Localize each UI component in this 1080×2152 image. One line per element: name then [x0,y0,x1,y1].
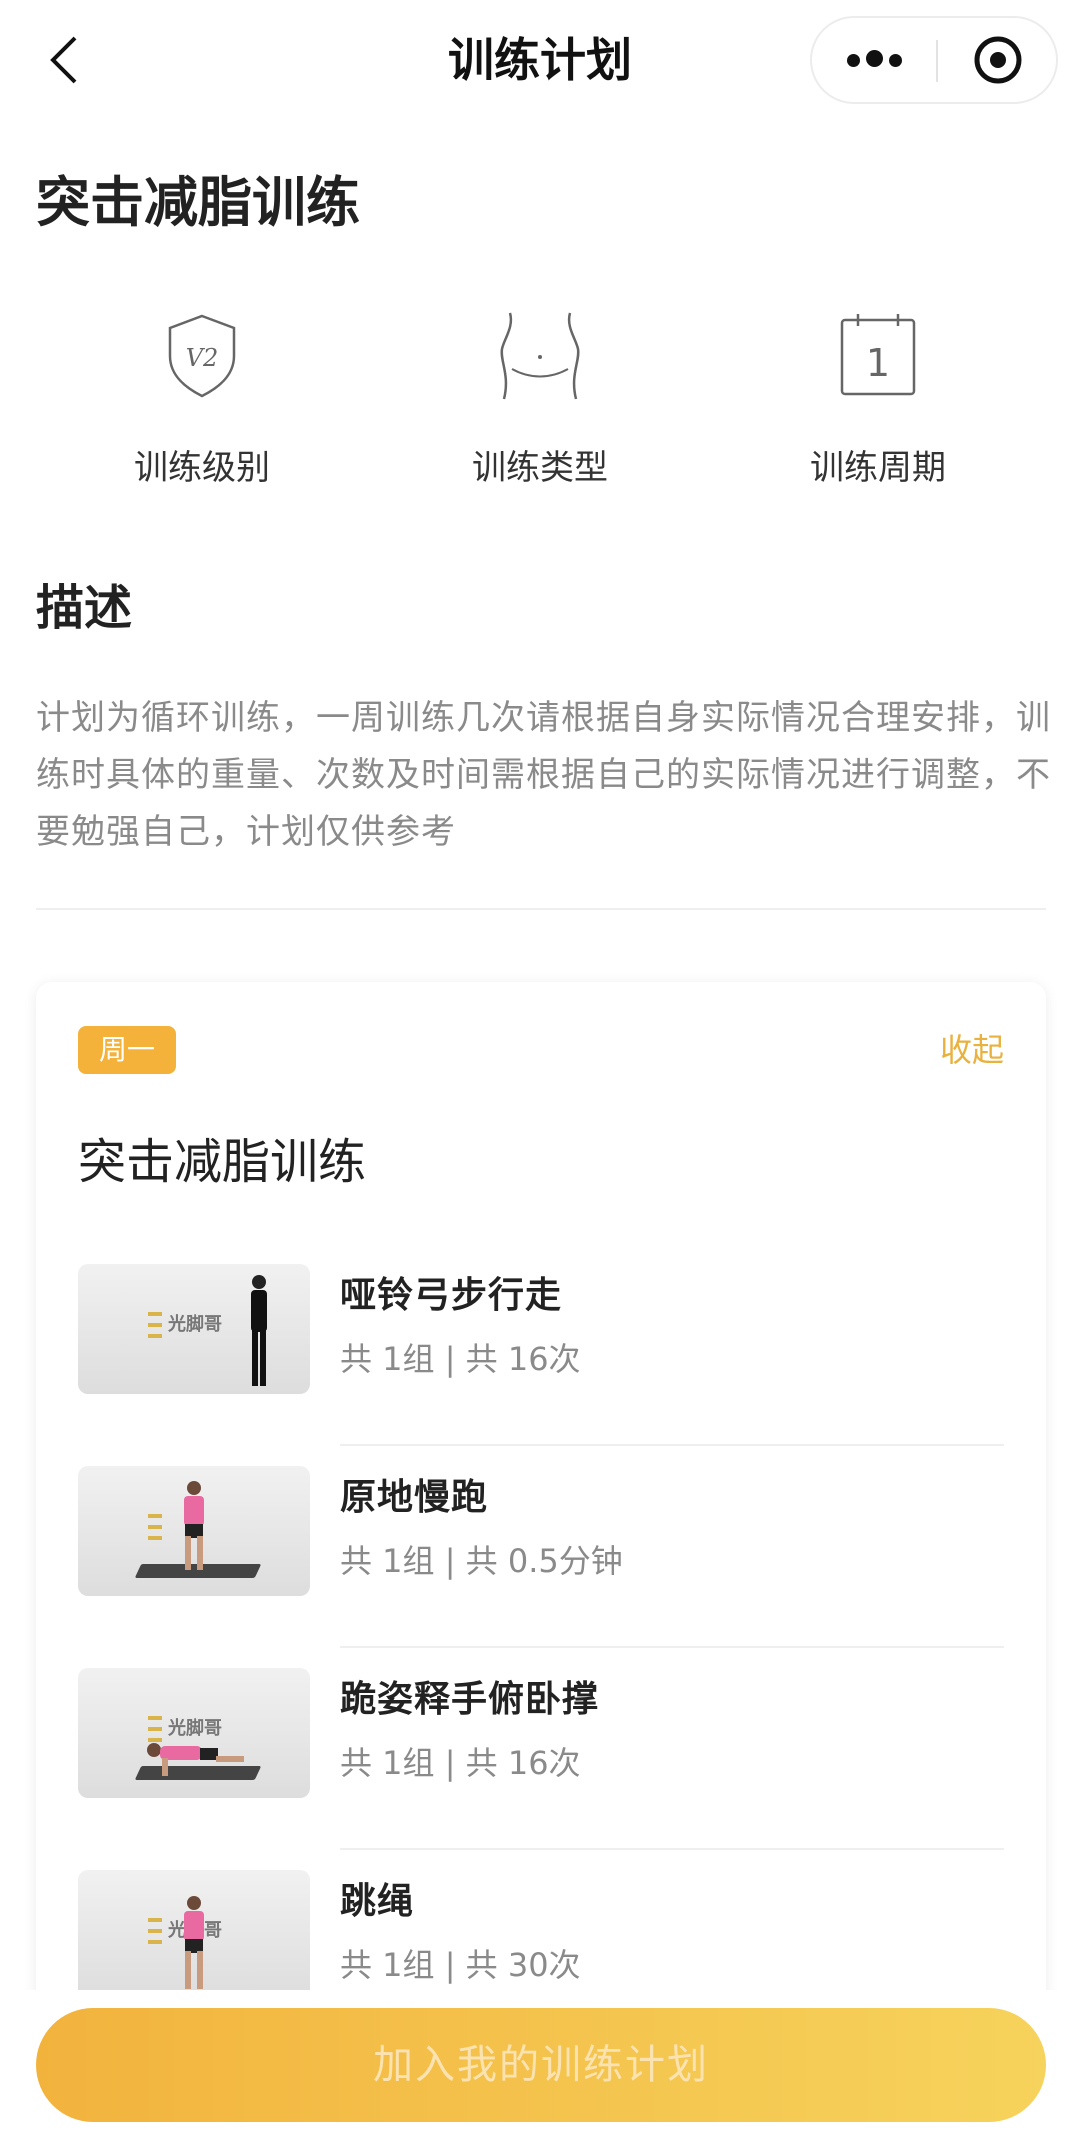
feature-type-label: 训练类型 [472,448,608,488]
exercise-name: 跳绳 [340,1881,415,1922]
svg-text:1: 1 [866,341,890,385]
plan-title: 突击减脂训练 [36,171,360,234]
feature-type: 训练类型 [390,300,690,489]
more-button[interactable] [812,18,936,102]
nav-bar: 训练计划 [0,0,1080,128]
description-heading: 描述 [36,580,133,636]
svg-text:V2: V2 [186,344,219,372]
brand-logo-icon [148,1918,162,1944]
feature-period-label: 训练周期 [810,448,946,488]
target-icon [974,36,1022,84]
exercise-meta: 共 1组 | 共 16次 [340,1744,581,1782]
schedule-card: 周一 收起 突击减脂训练 光脚哥 哑铃弓步行走 共 1组 | 共 16次 原地慢… [36,982,1046,2152]
feature-level: V2 训练级别 [52,300,352,489]
exercise-meta: 共 1组 | 共 0.5分钟 [340,1542,623,1580]
calendar-icon: 1 [840,314,916,396]
session-title: 突击减脂训练 [78,1134,367,1190]
athlete-figure [251,1275,267,1386]
exercise-name: 原地慢跑 [340,1477,489,1518]
collapse-button[interactable]: 收起 [940,1026,1004,1074]
body-waist-icon [500,312,580,400]
brand-logo-icon [148,1312,162,1338]
close-miniapp-button[interactable] [938,18,1058,102]
exercise-thumbnail: 光脚哥 [78,1870,310,2000]
exercise-item[interactable]: 光脚哥 哑铃弓步行走 共 1组 | 共 16次 [78,1244,1004,1446]
exercise-name: 哑铃弓步行走 [340,1275,563,1316]
exercise-name: 跪姿释手俯卧撑 [340,1679,600,1720]
athlete-figure [147,1743,244,1776]
training-plan-page: 训练计划 突击减脂训练 V2 训练级别 训练类型 1 训练周期 描述 计划为循环… [0,0,1080,2152]
exercise-thumbnail: 光脚哥 [78,1668,310,1798]
plan-features: V2 训练级别 训练类型 1 训练周期 [0,300,1080,490]
athlete-figure [184,1896,204,1989]
day-badge: 周一 [78,1026,176,1074]
exercise-thumbnail: 光脚哥 [78,1264,310,1394]
exercise-meta: 共 1组 | 共 16次 [340,1340,581,1378]
section-divider [36,908,1046,910]
exercise-item[interactable]: 光脚哥 跪姿释手俯卧撑 共 1组 | 共 16次 [78,1648,1004,1850]
shield-level-icon: V2 [168,314,236,398]
athlete-figure [184,1481,204,1570]
description-text: 计划为循环训练，一周训练几次请根据自身实际情况合理安排，训练时具体的重量、次数及… [36,698,1051,852]
miniapp-capsule [810,16,1058,104]
exercise-thumbnail [78,1466,310,1596]
feature-level-label: 训练级别 [134,448,270,488]
join-plan-button[interactable]: 加入我的训练计划 [36,2008,1046,2122]
feature-period: 1 训练周期 [728,300,1028,489]
exercise-item[interactable]: 原地慢跑 共 1组 | 共 0.5分钟 [78,1446,1004,1648]
more-dots-icon [844,49,905,71]
exercise-meta: 共 1组 | 共 30次 [340,1946,581,1984]
brand-logo-icon [148,1514,162,1540]
bottom-action-bar: 加入我的训练计划 [0,1990,1080,2152]
